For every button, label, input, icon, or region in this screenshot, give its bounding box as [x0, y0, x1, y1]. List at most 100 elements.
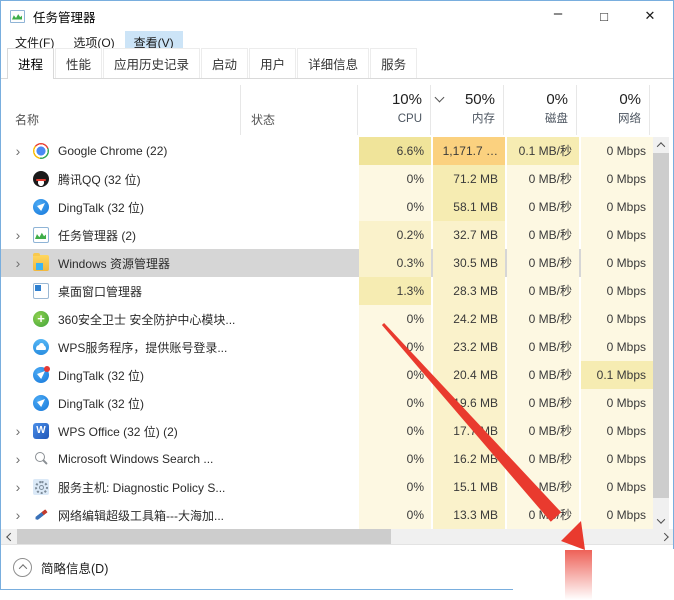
- cpu-cell[interactable]: 0%: [359, 305, 431, 333]
- disk-cell[interactable]: 0 MB/秒: [507, 249, 579, 277]
- vertical-scrollbar-thumb[interactable]: [653, 153, 669, 498]
- disk-cell[interactable]: 0.1 MB/秒: [507, 137, 579, 165]
- disk-cell[interactable]: 0 MB/秒: [507, 305, 579, 333]
- disk-cell[interactable]: 0 MB/秒: [507, 221, 579, 249]
- cpu-cell[interactable]: 0%: [359, 193, 431, 221]
- net-cell[interactable]: 0 Mbps: [581, 277, 653, 305]
- scroll-left-button[interactable]: [1, 529, 16, 544]
- process-row[interactable]: 360安全卫士 安全防护中心模块... 0%24.2 MB0 MB/秒0 Mbps: [1, 305, 653, 333]
- disk-cell[interactable]: 0 MB/秒: [507, 277, 579, 305]
- process-row[interactable]: › Microsoft Windows Search ... 0% 16.2 MB 0 …: [1, 445, 653, 473]
- process-row[interactable]: DingTalk (32 位) 0% 19.6 MB 0 MB/秒 0 Mbps: [1, 389, 653, 417]
- expand-chevron-icon[interactable]: ›: [11, 137, 25, 165]
- net-cell[interactable]: 0 Mbps: [581, 165, 653, 193]
- mem-cell[interactable]: 20.4 MB: [433, 361, 505, 389]
- vertical-scrollbar[interactable]: [653, 137, 669, 529]
- mem-cell[interactable]: 13.3 MB: [433, 501, 505, 529]
- cpu-cell[interactable]: 0.3%: [359, 249, 431, 277]
- net-cell[interactable]: 0 Mbps: [581, 473, 653, 501]
- disk-cell[interactable]: 0 MB/秒: [507, 193, 579, 221]
- disk-cell[interactable]: 0 MB/秒: [507, 417, 579, 445]
- expand-chevron-icon[interactable]: ›: [11, 417, 25, 445]
- cpu-cell[interactable]: 0%: [359, 361, 431, 389]
- tab-performance[interactable]: 性能: [55, 48, 103, 78]
- cpu-cell[interactable]: 0%: [359, 501, 431, 529]
- scroll-down-button[interactable]: [653, 513, 669, 529]
- tab-processes[interactable]: 进程: [7, 48, 55, 79]
- expand-chevron-icon[interactable]: ›: [11, 445, 25, 473]
- net-cell[interactable]: 0 Mbps: [581, 501, 653, 529]
- scroll-right-button[interactable]: [658, 529, 673, 544]
- net-cell[interactable]: 0 Mbps: [581, 221, 653, 249]
- scroll-up-button[interactable]: [653, 137, 669, 153]
- process-row[interactable]: DingTalk (32 位) 0% 58.1 MB 0 MB/秒 0 Mbps: [1, 193, 653, 221]
- cpu-cell[interactable]: 0.2%: [359, 221, 431, 249]
- process-row[interactable]: › 任务管理器 (2) 0.2% 32.7 MB 0 MB/秒 0 Mbps: [1, 221, 653, 249]
- net-cell[interactable]: 0 Mbps: [581, 137, 653, 165]
- column-memory[interactable]: 50% 内存: [431, 85, 504, 135]
- cpu-cell[interactable]: 0%: [359, 333, 431, 361]
- mem-cell[interactable]: 19.6 MB: [433, 389, 505, 417]
- maximize-button[interactable]: □: [581, 1, 627, 31]
- tab-users[interactable]: 用户: [249, 48, 297, 78]
- column-status[interactable]: 状态: [241, 85, 358, 135]
- net-cell[interactable]: 0 Mbps: [581, 333, 653, 361]
- column-name[interactable]: 名称: [1, 85, 241, 135]
- mem-cell[interactable]: 16.2 MB: [433, 445, 505, 473]
- fewer-details-toggle[interactable]: [13, 557, 32, 577]
- net-cell[interactable]: 0.1 Mbps: [581, 361, 653, 389]
- tab-app-history[interactable]: 应用历史记录: [103, 48, 201, 78]
- mem-cell[interactable]: 1,171.7 …: [433, 137, 505, 165]
- process-row[interactable]: › Google Chrome (22) 6.6% 1,171.7 … 0.1 MB/秒…: [1, 137, 653, 165]
- expand-chevron-icon[interactable]: ›: [11, 221, 25, 249]
- mem-cell[interactable]: 23.2 MB: [433, 333, 505, 361]
- tab-startup[interactable]: 启动: [201, 48, 249, 78]
- disk-cell[interactable]: 0 MB/秒: [507, 333, 579, 361]
- process-row[interactable]: › 网络编辑超级工具箱---大海加... 0% 13.3 MB 0 MB/秒 0 Mbps: [1, 501, 653, 529]
- expand-chevron-icon[interactable]: ›: [11, 501, 25, 529]
- tab-services[interactable]: 服务: [370, 48, 418, 78]
- cpu-cell[interactable]: 1.3%: [359, 277, 431, 305]
- disk-cell[interactable]: 0 MB/秒: [507, 389, 579, 417]
- net-cell[interactable]: 0 Mbps: [581, 305, 653, 333]
- mem-cell[interactable]: 30.5 MB: [433, 249, 505, 277]
- column-network[interactable]: 0% 网络: [577, 85, 650, 135]
- cpu-cell[interactable]: 0%: [359, 445, 431, 473]
- cpu-cell[interactable]: 0%: [359, 165, 431, 193]
- column-disk[interactable]: 0% 磁盘: [504, 85, 577, 135]
- horizontal-scrollbar-thumb[interactable]: [17, 529, 391, 544]
- horizontal-scrollbar[interactable]: [1, 529, 673, 544]
- mem-cell[interactable]: 58.1 MB: [433, 193, 505, 221]
- disk-cell[interactable]: 0 MB/秒: [507, 361, 579, 389]
- net-cell[interactable]: 0 Mbps: [581, 389, 653, 417]
- process-row[interactable]: WPS服务程序，提供账号登录... 0% 23.2 MB 0 MB/秒 0 Mbps: [1, 333, 653, 361]
- process-row[interactable]: › WPS Office (32 位) (2) 0%17.7 MB0 MB/秒0 M…: [1, 417, 653, 445]
- process-row[interactable]: DingTalk (32 位) 0% 20.4 MB 0 MB/秒 0.1 Mbps: [1, 361, 653, 389]
- disk-cell[interactable]: 0 MB/秒: [507, 445, 579, 473]
- tab-details[interactable]: 详细信息: [297, 48, 370, 78]
- cpu-cell[interactable]: 0%: [359, 389, 431, 417]
- mem-cell[interactable]: 15.1 MB: [433, 473, 505, 501]
- cpu-cell[interactable]: 0%: [359, 417, 431, 445]
- mem-cell[interactable]: 24.2 MB: [433, 305, 505, 333]
- minimize-button[interactable]: –: [535, 1, 581, 31]
- mem-cell[interactable]: 32.7 MB: [433, 221, 505, 249]
- process-row[interactable]: 腾讯QQ (32 位) 0% 71.2 MB 0 MB/秒 0 Mbps: [1, 165, 653, 193]
- close-button[interactable]: ✕: [627, 1, 673, 31]
- process-row[interactable]: 桌面窗口管理器 1.3% 28.3 MB 0 MB/秒 0 Mbps: [1, 277, 653, 305]
- disk-cell[interactable]: 0 MB/秒: [507, 473, 579, 501]
- column-cpu[interactable]: 10% CPU: [358, 85, 431, 135]
- net-cell[interactable]: 0 Mbps: [581, 417, 653, 445]
- net-cell[interactable]: 0 Mbps: [581, 445, 653, 473]
- net-cell[interactable]: 0 Mbps: [581, 193, 653, 221]
- disk-cell[interactable]: 0 MB/秒: [507, 501, 579, 529]
- cpu-cell[interactable]: 6.6%: [359, 137, 431, 165]
- cpu-cell[interactable]: 0%: [359, 473, 431, 501]
- mem-cell[interactable]: 17.7 MB: [433, 417, 505, 445]
- mem-cell[interactable]: 71.2 MB: [433, 165, 505, 193]
- expand-chevron-icon[interactable]: ›: [11, 249, 25, 277]
- process-row[interactable]: › Windows 资源管理器 0.3% 30.5 MB 0 MB/秒 0 Mbps: [1, 249, 653, 277]
- disk-cell[interactable]: 0 MB/秒: [507, 165, 579, 193]
- net-cell[interactable]: 0 Mbps: [581, 249, 653, 277]
- mem-cell[interactable]: 28.3 MB: [433, 277, 505, 305]
